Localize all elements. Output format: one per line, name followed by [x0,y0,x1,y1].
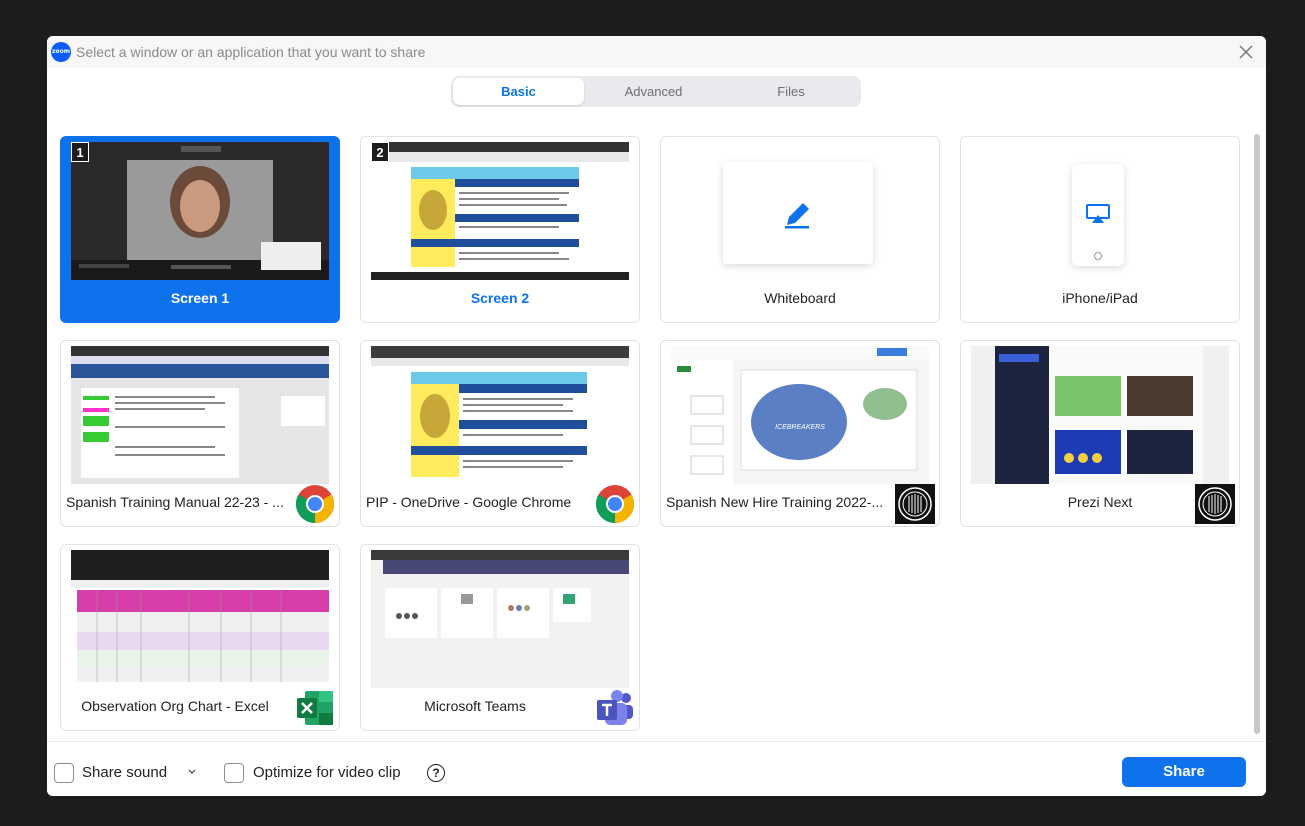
teams-icon [597,690,633,725]
tab-bar: Basic Advanced Files [451,76,861,107]
org-chart-label: Observation Org Chart - Excel [81,698,269,714]
share-button[interactable]: Share [1122,757,1246,787]
phone-home-button [1094,252,1102,260]
whiteboard-card[interactable]: Whiteboard [660,136,940,323]
prezi-next-thumbnail [971,346,1229,484]
iphone-ipad-card[interactable]: iPhone/iPad [960,136,1240,323]
prezi-icon [895,484,935,524]
prezi-next-card[interactable]: Prezi Next [960,340,1240,527]
airplay-icon [1086,204,1110,223]
iphone-ipad-label: iPhone/iPad [1062,290,1138,306]
screen-2-card[interactable]: 2 Screen 2 [360,136,640,323]
pencil-icon [785,203,809,229]
screen-number-badge: 2 [371,142,389,162]
phone-preview [1072,164,1124,266]
pip-thumbnail [371,346,629,484]
zoom-logo-icon: zoom [51,42,71,62]
teams-label: Microsoft Teams [424,698,526,714]
chevron-down-icon[interactable] [187,767,197,777]
close-icon[interactable] [1236,42,1256,62]
screen-1-card[interactable]: 1 Screen 1 [60,136,340,323]
icebreakers-text: ICEBREAKERS [775,424,825,431]
share-screen-dialog: zoom Select a window or an application t… [47,36,1266,796]
tab-files[interactable]: Files [723,78,859,105]
teams-thumbnail [371,550,629,688]
excel-icon [297,691,333,725]
pip-label: PIP - OneDrive - Google Chrome [366,494,572,510]
spanish-manual-card[interactable]: Spanish Training Manual 22-23 - ... [60,340,340,527]
prezi-icon [1195,484,1235,524]
chrome-icon [295,485,335,524]
org-chart-card[interactable]: Observation Org Chart - Excel [60,544,340,731]
optimize-video-label: Optimize for video clip [253,764,401,781]
screen-2-thumbnail: 2 [371,142,629,280]
screen-1-thumbnail: 1 [71,142,329,280]
spanish-hire-label: Spanish New Hire Training 2022-... [666,494,884,510]
spanish-hire-card[interactable]: ICEBREAKERS Spanish New Hire Training 20… [660,340,940,527]
vertical-scrollbar[interactable] [1254,134,1260,734]
dialog-title: Select a window or an application that y… [76,44,426,60]
footer-bar: Share sound Optimize for video clip ? Sh… [47,741,1266,796]
screen-number-badge: 1 [71,142,89,162]
share-sound-checkbox[interactable] [54,763,74,783]
chrome-icon [595,485,635,524]
title-bar: zoom Select a window or an application t… [47,36,1266,68]
whiteboard-preview [723,162,873,264]
spanish-hire-thumbnail: ICEBREAKERS [671,346,929,484]
screen-1-label: Screen 1 [170,290,230,306]
optimize-video-checkbox[interactable] [224,763,244,783]
pip-chrome-card[interactable]: PIP - OneDrive - Google Chrome [360,340,640,527]
tab-basic[interactable]: Basic [453,78,584,105]
spanish-manual-thumbnail [71,346,329,484]
share-sound-label: Share sound [82,764,168,781]
teams-card[interactable]: Microsoft Teams [360,544,640,731]
spanish-manual-label: Spanish Training Manual 22-23 - ... [66,494,284,510]
org-chart-thumbnail [71,550,329,688]
screen-2-label: Screen 2 [470,290,530,306]
tab-advanced[interactable]: Advanced [588,78,719,105]
whiteboard-label: Whiteboard [764,290,836,306]
help-icon[interactable]: ? [427,764,445,782]
